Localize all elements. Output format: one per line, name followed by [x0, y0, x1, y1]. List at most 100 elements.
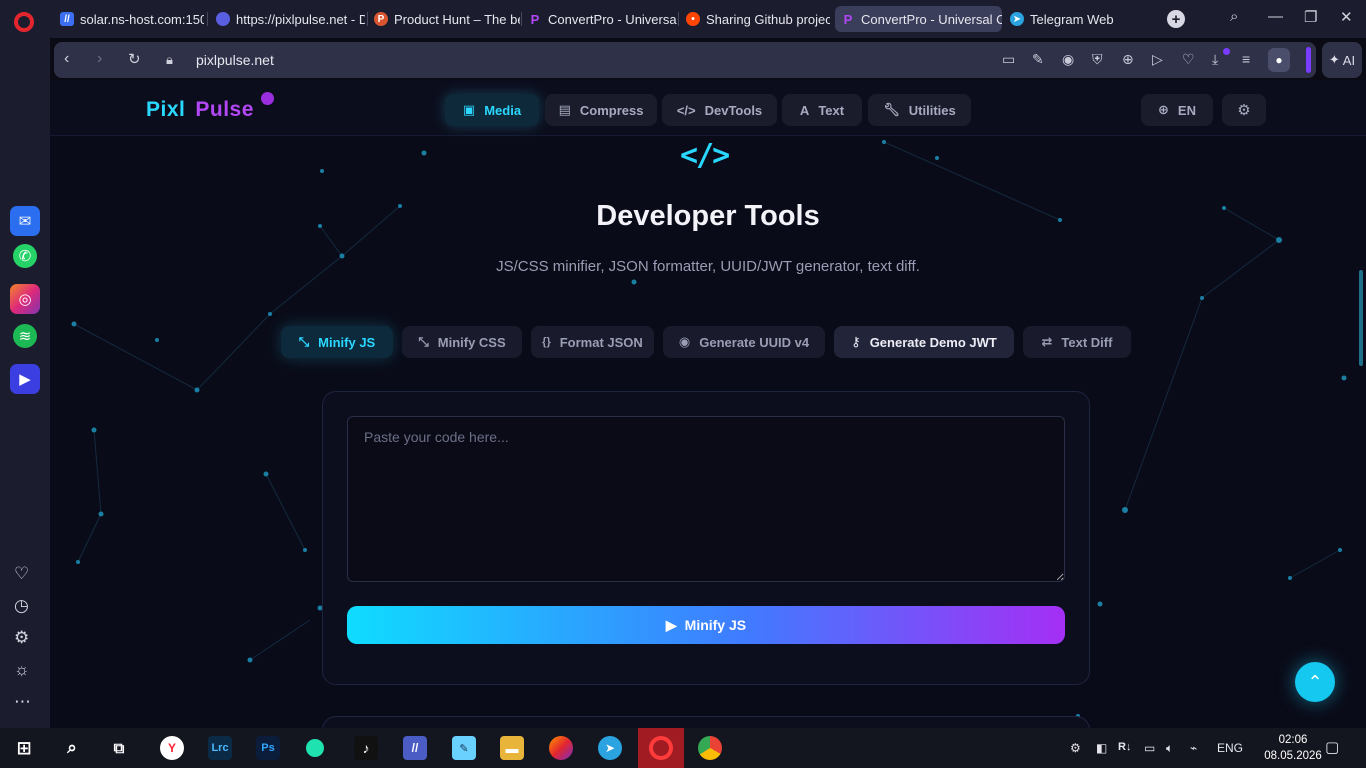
page-viewport: Pixl Pulse ▣ Media ▤ Compress </> DevTool… [50, 80, 1366, 728]
camera-icon[interactable]: ◉ [1062, 51, 1074, 68]
nav-media[interactable]: ▣ Media [445, 94, 539, 126]
opera-logo-icon[interactable] [14, 12, 34, 32]
sparkle-icon: ✦ [1328, 52, 1340, 67]
lightroom-icon[interactable]: Lrc [208, 736, 232, 760]
reload-icon[interactable]: ↻ [128, 50, 141, 68]
edit-icon[interactable]: ✎ [1032, 51, 1044, 68]
messenger-icon[interactable]: ✉ [10, 206, 40, 236]
nav-text[interactable]: A Text [782, 94, 862, 126]
tool-label: Minify JS [318, 334, 376, 350]
chrome-icon[interactable] [698, 736, 722, 760]
spotify-icon[interactable]: ≋ [13, 324, 37, 348]
whatsapp-icon[interactable]: ✆ [13, 244, 37, 268]
tool-minify-css[interactable]: ⤡ Minify CSS [402, 326, 522, 358]
tips-icon[interactable]: ☼ [14, 660, 30, 680]
photoshop-icon[interactable]: Ps [256, 736, 280, 760]
download-icon[interactable]: ⤓ [1212, 51, 1218, 68]
scroll-to-top-button[interactable]: ⌃ [1295, 662, 1335, 702]
tool-panel: ▶ Minify JS [322, 391, 1090, 685]
tab-solar[interactable]: // solar.ns-host.com:1500 [54, 6, 204, 32]
tab-reddit[interactable]: • Sharing Github project j [680, 6, 830, 32]
nav-utilities[interactable]: 🔧︎ Utilities [868, 94, 971, 126]
app-tray-icon[interactable]: ◧ [1096, 741, 1107, 755]
theme-settings-button[interactable]: ⚙ [1222, 94, 1266, 126]
film-icon: ▣ [462, 102, 476, 117]
tab-convertpro-active[interactable]: P ConvertPro - Universal Co [835, 6, 1002, 32]
tool-minify-js[interactable]: ⤡ Minify JS [281, 326, 393, 358]
network-icon[interactable]: ⌁ [1190, 741, 1197, 755]
instagram-icon[interactable]: ◎ [10, 284, 40, 314]
task-view-icon[interactable]: ⧉ [107, 736, 131, 760]
tab-title: ConvertPro - Universal Co [861, 11, 1002, 27]
rl-tray-icon[interactable]: R↓ [1118, 741, 1131, 753]
tab-title: Telegram Web [1030, 11, 1114, 27]
sidebar-toggle[interactable] [1306, 47, 1311, 73]
battery-icon[interactable]: ▭ [1144, 741, 1155, 755]
pen-app-icon[interactable]: ✎ [452, 736, 476, 760]
yandex-browser-icon[interactable]: Y [160, 736, 184, 760]
scrollbar[interactable] [1359, 270, 1363, 366]
forward-icon[interactable]: › [97, 50, 102, 68]
reader-mode-icon[interactable]: ▭ [1002, 51, 1015, 68]
tab-convertpro[interactable]: P ConvertPro - Universal C [522, 6, 677, 32]
minify-js-button[interactable]: ▶ Minify JS [347, 606, 1065, 644]
firefox-icon[interactable] [549, 736, 573, 760]
opera-icon[interactable] [649, 736, 673, 760]
gear-icon: ⚙ [1237, 102, 1251, 119]
tab-title: Product Hunt – The best [394, 11, 520, 27]
profile-icon[interactable]: ● [1268, 48, 1290, 72]
heart-icon[interactable]: ♡ [1182, 51, 1195, 68]
tool-generate-uuid[interactable]: ◉ Generate UUID v4 [663, 326, 825, 358]
windows-start-icon[interactable]: ⊞ [12, 736, 36, 760]
notifications-icon[interactable]: ▢ [1325, 738, 1339, 756]
telegram-icon: ➤ [1010, 12, 1024, 26]
tiktok-icon[interactable]: ♪ [354, 736, 378, 760]
code-icon: </> [676, 102, 696, 118]
restore-icon[interactable]: ❐ [1304, 8, 1317, 26]
openai-tray-icon[interactable]: ⚙ [1070, 741, 1081, 755]
new-tab-icon[interactable]: + [1167, 10, 1185, 28]
tab-telegram[interactable]: ➤ Telegram Web [1004, 6, 1114, 32]
volume-icon[interactable]: 🔈︎ [1166, 741, 1173, 756]
language-switcher[interactable]: ⊕ EN [1141, 94, 1213, 126]
code-input[interactable] [347, 416, 1065, 582]
url-text[interactable]: pixlpulse.net [196, 52, 274, 68]
notes-app-icon[interactable]: // [403, 736, 427, 760]
favorites-icon[interactable]: ♡ [14, 564, 29, 584]
translate-icon[interactable]: ⊕ [1122, 51, 1134, 68]
nav-compress[interactable]: ▤ Compress [545, 94, 657, 126]
send-icon[interactable]: ▷ [1152, 51, 1163, 68]
file-explorer-icon[interactable]: ▬ [500, 736, 524, 760]
close-icon[interactable]: ✕ [1340, 8, 1353, 26]
telegram-icon[interactable]: ➤ [598, 736, 622, 760]
tool-generate-jwt[interactable]: ⚷ Generate Demo JWT [834, 326, 1014, 358]
menu-icon[interactable]: ≡ [1242, 51, 1250, 67]
product-hunt-icon: P [374, 12, 388, 26]
tab-product-hunt[interactable]: P Product Hunt – The best [368, 6, 520, 32]
back-icon[interactable]: ‹ [64, 50, 69, 68]
ai-button[interactable]: ✦ AI [1322, 42, 1362, 78]
tool-label: Text Diff [1061, 334, 1113, 350]
search-icon[interactable]: ⌕ [60, 736, 84, 760]
minimize-icon[interactable]: — [1268, 8, 1283, 25]
history-icon[interactable]: ◷ [14, 596, 29, 616]
site-logo[interactable]: Pixl Pulse [146, 98, 254, 122]
nav-devtools[interactable]: </> DevTools [662, 94, 777, 126]
search-tabs-icon[interactable]: ⌕ [1230, 8, 1238, 25]
output-panel [322, 716, 1090, 728]
compress-icon: ⤡ [418, 334, 429, 349]
lock-icon[interactable]: 🔒︎ [166, 52, 173, 68]
more-icon[interactable]: ⋯ [14, 692, 31, 712]
tab-pixlpulse[interactable]: https://pixlpulse.net - De [210, 6, 365, 32]
tab-title: https://pixlpulse.net - De [236, 11, 365, 27]
clock[interactable]: 02:06 08.05.2026 [1263, 732, 1323, 764]
font-icon: A [799, 102, 810, 118]
nav-text-label: Text [818, 102, 845, 118]
player-icon[interactable]: ▶ [10, 364, 40, 394]
tool-text-diff[interactable]: ⇄ Text Diff [1023, 326, 1131, 358]
shield-icon[interactable]: ⛨ [1092, 51, 1103, 68]
settings-icon[interactable]: ⚙ [14, 628, 29, 648]
app-dot-icon[interactable] [306, 739, 324, 757]
tool-format-json[interactable]: {} Format JSON [531, 326, 654, 358]
language-indicator[interactable]: ENG [1217, 741, 1243, 755]
